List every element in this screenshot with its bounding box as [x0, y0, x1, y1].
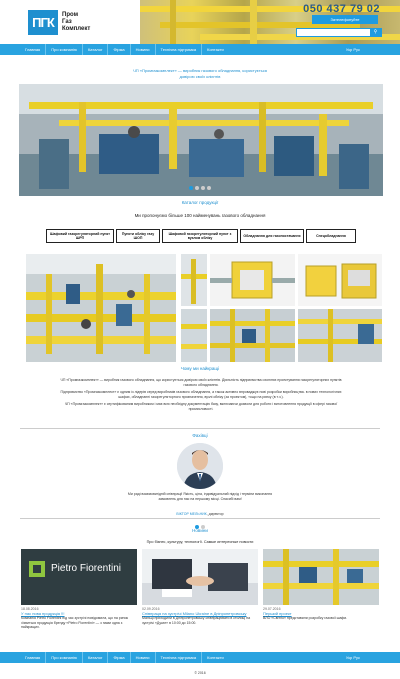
- news-image[interactable]: [263, 549, 379, 605]
- news-logo-text: Pietro Fiorentini: [51, 563, 121, 574]
- catalog-title: Каталог продукції: [181, 200, 219, 205]
- brand-line-3: Комплект: [62, 26, 91, 32]
- divider: [20, 518, 380, 519]
- gas-station-photo: [26, 254, 176, 362]
- specialists-title: Фахівці: [192, 433, 208, 438]
- director-signature: ВІКТОР МЕЛЬНИК, директор: [0, 512, 400, 516]
- footer-nav-home[interactable]: Главная: [20, 652, 47, 663]
- avatar-icon: [177, 443, 223, 489]
- news-list: Pietro Fiorentini 18.08.2016 У нас нова …: [21, 549, 379, 641]
- footer-nav-about[interactable]: Про компанію: [46, 652, 83, 663]
- search-input[interactable]: ⚲: [296, 28, 382, 37]
- director-name[interactable]: ВІКТОР МЕЛЬНИК: [176, 512, 206, 516]
- slider-dot[interactable]: [201, 186, 205, 190]
- gallery-image[interactable]: [181, 309, 207, 362]
- director-photo: [177, 443, 223, 489]
- handshake-photo: [142, 549, 258, 605]
- main-nav: Главная Про компанію Каталог Фірма Новин…: [0, 44, 400, 55]
- nav-item-contacts[interactable]: Контакти: [202, 44, 229, 55]
- gas-equipment-photo: [263, 549, 379, 605]
- slider-pagination: [0, 186, 400, 192]
- gallery-image[interactable]: [298, 254, 382, 306]
- hero-slider-image: [19, 84, 383, 196]
- gallery-image[interactable]: [181, 254, 207, 306]
- gallery-image[interactable]: [210, 254, 295, 306]
- pietro-fiorentini-logo: Pietro Fiorentini: [21, 549, 137, 605]
- divider: [20, 428, 380, 429]
- footer-language-switcher[interactable]: Укр Рус: [346, 652, 360, 663]
- news-excerpt: Мальці приходили в Дніпропетровську спів…: [142, 616, 251, 625]
- about-title: Чому ми найкращі: [180, 366, 220, 371]
- news-card[interactable]: 02.09.2016 Співпраця на зустрічі Milano …: [142, 549, 258, 641]
- news-image[interactable]: Pietro Fiorentini: [21, 549, 137, 605]
- gallery-image-main[interactable]: [26, 254, 176, 362]
- industrial-pipes-photo: [19, 84, 383, 196]
- footer-nav-contacts[interactable]: Контакти: [202, 652, 229, 663]
- category-shop[interactable]: Пункти обліку газу ШОП: [116, 229, 160, 243]
- brand-line-2: Газ: [62, 19, 72, 25]
- tagline-line-2: довірою своїх клієнтів: [179, 74, 221, 79]
- director-role: , директор: [206, 512, 224, 516]
- about-text: ЧП «Промгазкомплект» — виробник газового…: [56, 378, 346, 414]
- news-image[interactable]: [142, 549, 258, 605]
- category-gas-supply[interactable]: Обладнання для газопостачання: [240, 229, 304, 243]
- nav-item-firm[interactable]: Фірма: [108, 44, 131, 55]
- slider-dot[interactable]: [207, 186, 211, 190]
- slider-dot[interactable]: [189, 186, 193, 190]
- nav-item-home[interactable]: Главная: [20, 44, 47, 55]
- about-paragraph-3: ЧП «Промгазкомплект» є сертифікованим ви…: [64, 402, 338, 411]
- slider-dot[interactable]: [195, 186, 199, 190]
- news-excerpt: ВЛО «Світло» представили розробку газово…: [263, 616, 348, 620]
- copyright: © 2016: [194, 671, 206, 675]
- nav-item-news[interactable]: Новини: [131, 44, 156, 55]
- category-shrp-metering[interactable]: Шафовий газорегуляторний пункт з вузлом …: [162, 229, 238, 243]
- gallery-image[interactable]: [210, 309, 295, 362]
- footer-nav-support[interactable]: Технічна підтримка: [156, 652, 203, 663]
- news-title: Новини: [192, 528, 208, 533]
- catalog-categories: Шафовий газорегуляторний пункт ШРП Пункт…: [46, 229, 356, 243]
- gallery-image[interactable]: [298, 309, 382, 362]
- news-card[interactable]: Pietro Fiorentini 18.08.2016 У нас нова …: [21, 549, 137, 641]
- footer-nav-firm[interactable]: Фірма: [108, 652, 131, 663]
- search-icon[interactable]: ⚲: [370, 29, 381, 36]
- tagline: ЧП «Промгазкомплект» — виробник газового…: [0, 68, 400, 80]
- director-quote: Ми раді взаємовигідній співпраці! Якість…: [127, 492, 273, 501]
- footer-nav-catalog[interactable]: Каталог: [83, 652, 109, 663]
- company-logo[interactable]: ПГК: [28, 10, 58, 35]
- callback-button[interactable]: Зателефонуйте: [312, 15, 378, 24]
- category-special[interactable]: Спецобладнання: [306, 229, 356, 243]
- phone-number[interactable]: 050 437 79 02: [303, 3, 380, 15]
- footer-nav: Главная Про компанію Каталог Фірма Новин…: [0, 652, 400, 663]
- news-excerpt: Компанія Pietro Fiorentini під час зустр…: [21, 616, 129, 629]
- site-header: ПГК Пром Газ Комплект 050 437 79 02 Зате…: [0, 0, 400, 44]
- about-paragraph-2: Підприємство «Промгазкомплект» є одним і…: [60, 390, 342, 399]
- brand-name: Пром Газ Комплект: [62, 12, 90, 33]
- product-gallery: [26, 254, 382, 362]
- footer-nav-news[interactable]: Новини: [131, 652, 156, 663]
- brand-line-1: Пром: [62, 12, 79, 18]
- nav-item-catalog[interactable]: Каталог: [83, 44, 109, 55]
- category-shrp[interactable]: Шафовий газорегуляторний пункт ШРП: [46, 229, 114, 243]
- nav-item-support[interactable]: Технічна підтримка: [156, 44, 203, 55]
- news-card[interactable]: 29.07.2016 Перший проект ВЛО «Світло» пр…: [263, 549, 379, 641]
- catalog-subtitle: Ми пропонуємо більше 100 найменувань газ…: [134, 213, 266, 218]
- nav-item-about[interactable]: Про компанію: [46, 44, 83, 55]
- about-paragraph-1: ЧП «Промгазкомплект» — виробник газового…: [60, 378, 342, 387]
- language-switcher[interactable]: Укр Рус: [346, 44, 360, 55]
- news-subtitle: Про бізнес, культуру, технології. Самые …: [146, 540, 254, 544]
